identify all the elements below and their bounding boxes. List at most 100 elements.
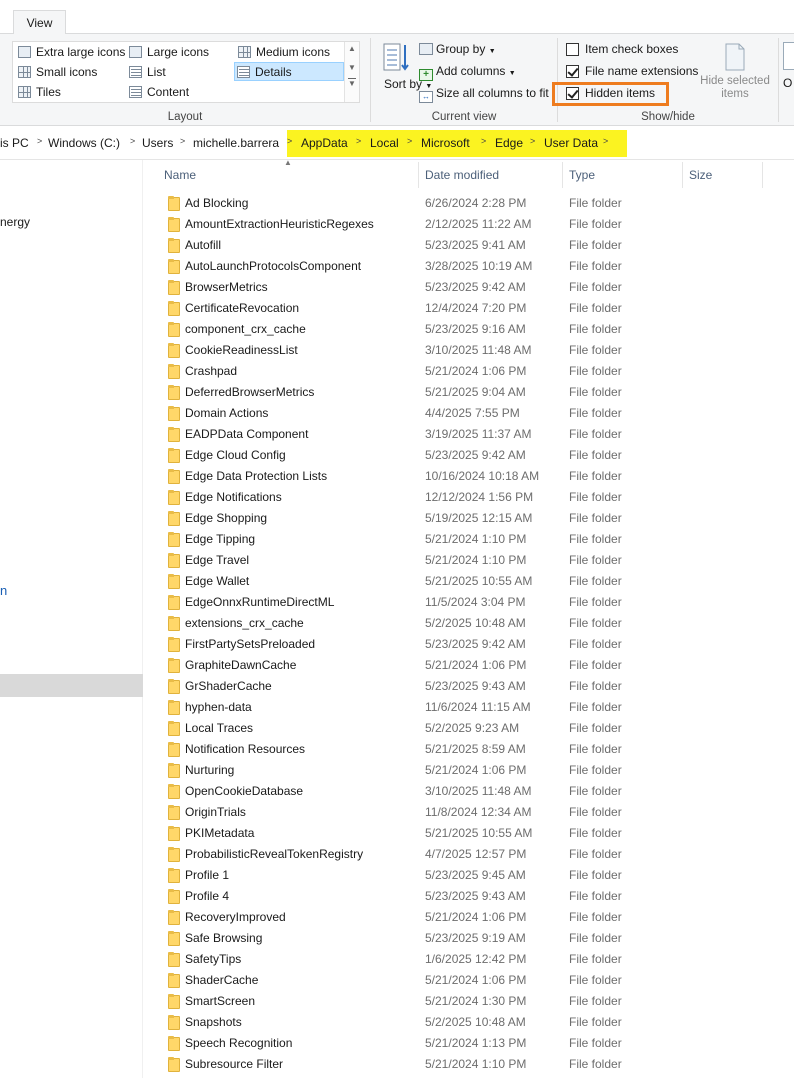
table-row[interactable]: GraphiteDawnCache 5/21/2024 1:06 PM File f… xyxy=(154,655,794,676)
table-row[interactable]: PKIMetadata 5/21/2025 10:55 AM File folder xyxy=(154,823,794,844)
layout-small-icons[interactable]: Small icons xyxy=(16,63,97,82)
layout-medium-icons[interactable]: Medium icons xyxy=(236,43,330,62)
table-row[interactable]: DeferredBrowserMetrics 5/21/2025 9:04 AM F… xyxy=(154,382,794,403)
column-header-size[interactable]: Size xyxy=(689,168,712,182)
file-name-extensions-label[interactable]: File name extensions xyxy=(585,64,698,78)
layout-tiles[interactable]: Tiles xyxy=(16,83,61,102)
table-row[interactable]: Profile 4 5/23/2025 9:43 AM File folder xyxy=(154,886,794,907)
breadcrumb-item[interactable]: is PC xyxy=(0,136,29,150)
nav-item[interactable]: n xyxy=(0,583,7,598)
breadcrumb-item[interactable]: Edge xyxy=(495,136,523,150)
table-row[interactable]: Crashpad 5/21/2024 1:06 PM File folder xyxy=(154,361,794,382)
expand-gallery-icon[interactable]: ▼ xyxy=(348,78,356,88)
table-row[interactable]: ProbabilisticRevealTokenRegistry 4/7/2025… xyxy=(154,844,794,865)
layout-content[interactable]: Content xyxy=(127,83,189,102)
table-row[interactable]: EdgeOnnxRuntimeDirectML 11/5/2024 3:04 PM… xyxy=(154,592,794,613)
breadcrumb-item[interactable]: AppData xyxy=(301,136,348,150)
chevron-right-icon[interactable]: > xyxy=(37,136,42,146)
chevron-right-icon[interactable]: > xyxy=(130,136,135,146)
table-row[interactable]: GrShaderCache 5/23/2025 9:43 AM File folde… xyxy=(154,676,794,697)
chevron-right-icon[interactable]: > xyxy=(530,136,535,146)
address-bar[interactable]: is PC > Windows (C:) > Users > michelle.… xyxy=(0,127,794,160)
column-divider[interactable] xyxy=(682,162,683,188)
table-row[interactable]: Edge Shopping 5/19/2025 12:15 AM File fold… xyxy=(154,508,794,529)
item-check-boxes-checkbox[interactable] xyxy=(566,43,579,56)
layout-list[interactable]: List xyxy=(127,63,166,82)
chevron-right-icon[interactable]: > xyxy=(481,136,486,146)
table-row[interactable]: Edge Notifications 12/12/2024 1:56 PM File… xyxy=(154,487,794,508)
file-date-modified: 5/21/2025 10:55 AM xyxy=(425,574,533,588)
layout-group: Extra large icons Large icons Medium ico… xyxy=(0,34,370,126)
layout-details[interactable]: Details xyxy=(234,62,344,81)
chevron-right-icon[interactable]: > xyxy=(407,136,412,146)
table-row[interactable]: Notification Resources 5/21/2025 8:59 AM F… xyxy=(154,739,794,760)
table-row[interactable]: EADPData Component 3/19/2025 11:37 AM File… xyxy=(154,424,794,445)
table-row[interactable]: CookieReadinessList 3/10/2025 11:48 AM Fil… xyxy=(154,340,794,361)
layout-extra-large-icons[interactable]: Extra large icons xyxy=(16,43,125,62)
layout-gallery-scroll[interactable]: ▲ ▼ ▼ xyxy=(344,42,359,102)
chevron-right-icon[interactable]: > xyxy=(287,136,292,146)
chevron-right-icon[interactable]: > xyxy=(356,136,361,146)
table-row[interactable]: CertificateRevocation 12/4/2024 7:20 PM Fi… xyxy=(154,298,794,319)
table-row[interactable]: Profile 1 5/23/2025 9:45 AM File folder xyxy=(154,865,794,886)
table-row[interactable]: Autofill 5/23/2025 9:41 AM File folder xyxy=(154,235,794,256)
size-columns-button[interactable]: ↔ Size all columns to fit xyxy=(419,86,549,103)
scroll-down-icon[interactable]: ▼ xyxy=(345,63,359,72)
add-columns-button[interactable]: + Add columns ▼ xyxy=(419,64,516,81)
layout-large-icons[interactable]: Large icons xyxy=(127,43,209,62)
file-name-extensions-checkbox[interactable] xyxy=(566,65,579,78)
column-header-date[interactable]: Date modified xyxy=(425,168,499,182)
table-row[interactable]: Edge Travel 5/21/2024 1:10 PM File folder xyxy=(154,550,794,571)
table-row[interactable]: Domain Actions 4/4/2025 7:55 PM File folde… xyxy=(154,403,794,424)
table-row[interactable]: Edge Wallet 5/21/2025 10:55 AM File folder xyxy=(154,571,794,592)
scroll-up-icon[interactable]: ▲ xyxy=(345,44,359,53)
table-row[interactable]: RecoveryImproved 5/21/2024 1:06 PM File fo… xyxy=(154,907,794,928)
file-date-modified: 5/21/2024 1:06 PM xyxy=(425,763,527,777)
table-row[interactable]: Nurturing 5/21/2024 1:06 PM File folder xyxy=(154,760,794,781)
tab-view[interactable]: View xyxy=(13,10,66,35)
nav-item-selected[interactable] xyxy=(0,674,143,697)
column-divider[interactable] xyxy=(762,162,763,188)
table-row[interactable]: Speech Recognition 5/21/2024 1:13 PM File … xyxy=(154,1033,794,1054)
sort-by-button[interactable]: Sort by ▼ xyxy=(381,42,432,108)
table-row[interactable]: AutoLaunchProtocolsComponent 3/28/2025 10… xyxy=(154,256,794,277)
table-row[interactable]: ShaderCache 5/21/2024 1:06 PM File folder xyxy=(154,970,794,991)
table-row[interactable]: OpenCookieDatabase 3/10/2025 11:48 AM File… xyxy=(154,781,794,802)
table-row[interactable]: Local Traces 5/2/2025 9:23 AM File folder xyxy=(154,718,794,739)
item-check-boxes-label[interactable]: Item check boxes xyxy=(585,42,678,56)
table-row[interactable]: Snapshots 5/2/2025 10:48 AM File folder xyxy=(154,1012,794,1033)
table-row[interactable]: FirstPartySetsPreloaded 5/23/2025 9:42 AM… xyxy=(154,634,794,655)
group-by-button[interactable]: Group by ▼ xyxy=(419,42,496,56)
column-header-name[interactable]: Name xyxy=(164,168,196,182)
column-divider[interactable] xyxy=(562,162,563,188)
table-row[interactable]: OriginTrials 11/8/2024 12:34 AM File folde… xyxy=(154,802,794,823)
table-row[interactable]: Subresource Filter 5/21/2024 1:10 PM File … xyxy=(154,1054,794,1075)
column-divider[interactable] xyxy=(418,162,419,188)
breadcrumb-item[interactable]: User Data xyxy=(544,136,598,150)
breadcrumb-item[interactable]: Microsoft xyxy=(421,136,470,150)
breadcrumb-item[interactable]: Windows (C:) xyxy=(48,136,120,150)
options-button[interactable]: O xyxy=(783,42,794,90)
table-row[interactable]: Ad Blocking 6/26/2024 2:28 PM File folder xyxy=(154,193,794,214)
folder-icon xyxy=(168,322,180,337)
table-row[interactable]: AmountExtractionHeuristicRegexes 2/12/202… xyxy=(154,214,794,235)
column-header-type[interactable]: Type xyxy=(569,168,595,182)
table-row[interactable]: Edge Data Protection Lists 10/16/2024 10:… xyxy=(154,466,794,487)
table-row[interactable]: Safe Browsing 5/23/2025 9:19 AM File folde… xyxy=(154,928,794,949)
table-row[interactable]: Edge Cloud Config 5/23/2025 9:42 AM File f… xyxy=(154,445,794,466)
chevron-right-icon[interactable]: > xyxy=(180,136,185,146)
table-row[interactable]: SafetyTips 1/6/2025 12:42 PM File folder xyxy=(154,949,794,970)
table-row[interactable]: Edge Tipping 5/21/2024 1:10 PM File folder xyxy=(154,529,794,550)
breadcrumb-item[interactable]: Users xyxy=(142,136,173,150)
table-row[interactable]: BrowserMetrics 5/23/2025 9:42 AM File fold… xyxy=(154,277,794,298)
table-row[interactable]: component_crx_cache 5/23/2025 9:16 AM File… xyxy=(154,319,794,340)
hide-selected-items-button[interactable]: Hide selected items xyxy=(692,42,778,101)
nav-item[interactable]: nergy xyxy=(0,215,30,229)
breadcrumb-item[interactable]: Local xyxy=(370,136,399,150)
table-row[interactable]: SmartScreen 5/21/2024 1:30 PM File folder xyxy=(154,991,794,1012)
table-row[interactable]: extensions_crx_cache 5/2/2025 10:48 AM Fil… xyxy=(154,613,794,634)
file-type: File folder xyxy=(569,637,622,651)
breadcrumb-item[interactable]: michelle.barrera xyxy=(193,136,279,150)
chevron-right-icon[interactable]: > xyxy=(603,136,608,146)
table-row[interactable]: hyphen-data 11/6/2024 11:15 AM File folder xyxy=(154,697,794,718)
